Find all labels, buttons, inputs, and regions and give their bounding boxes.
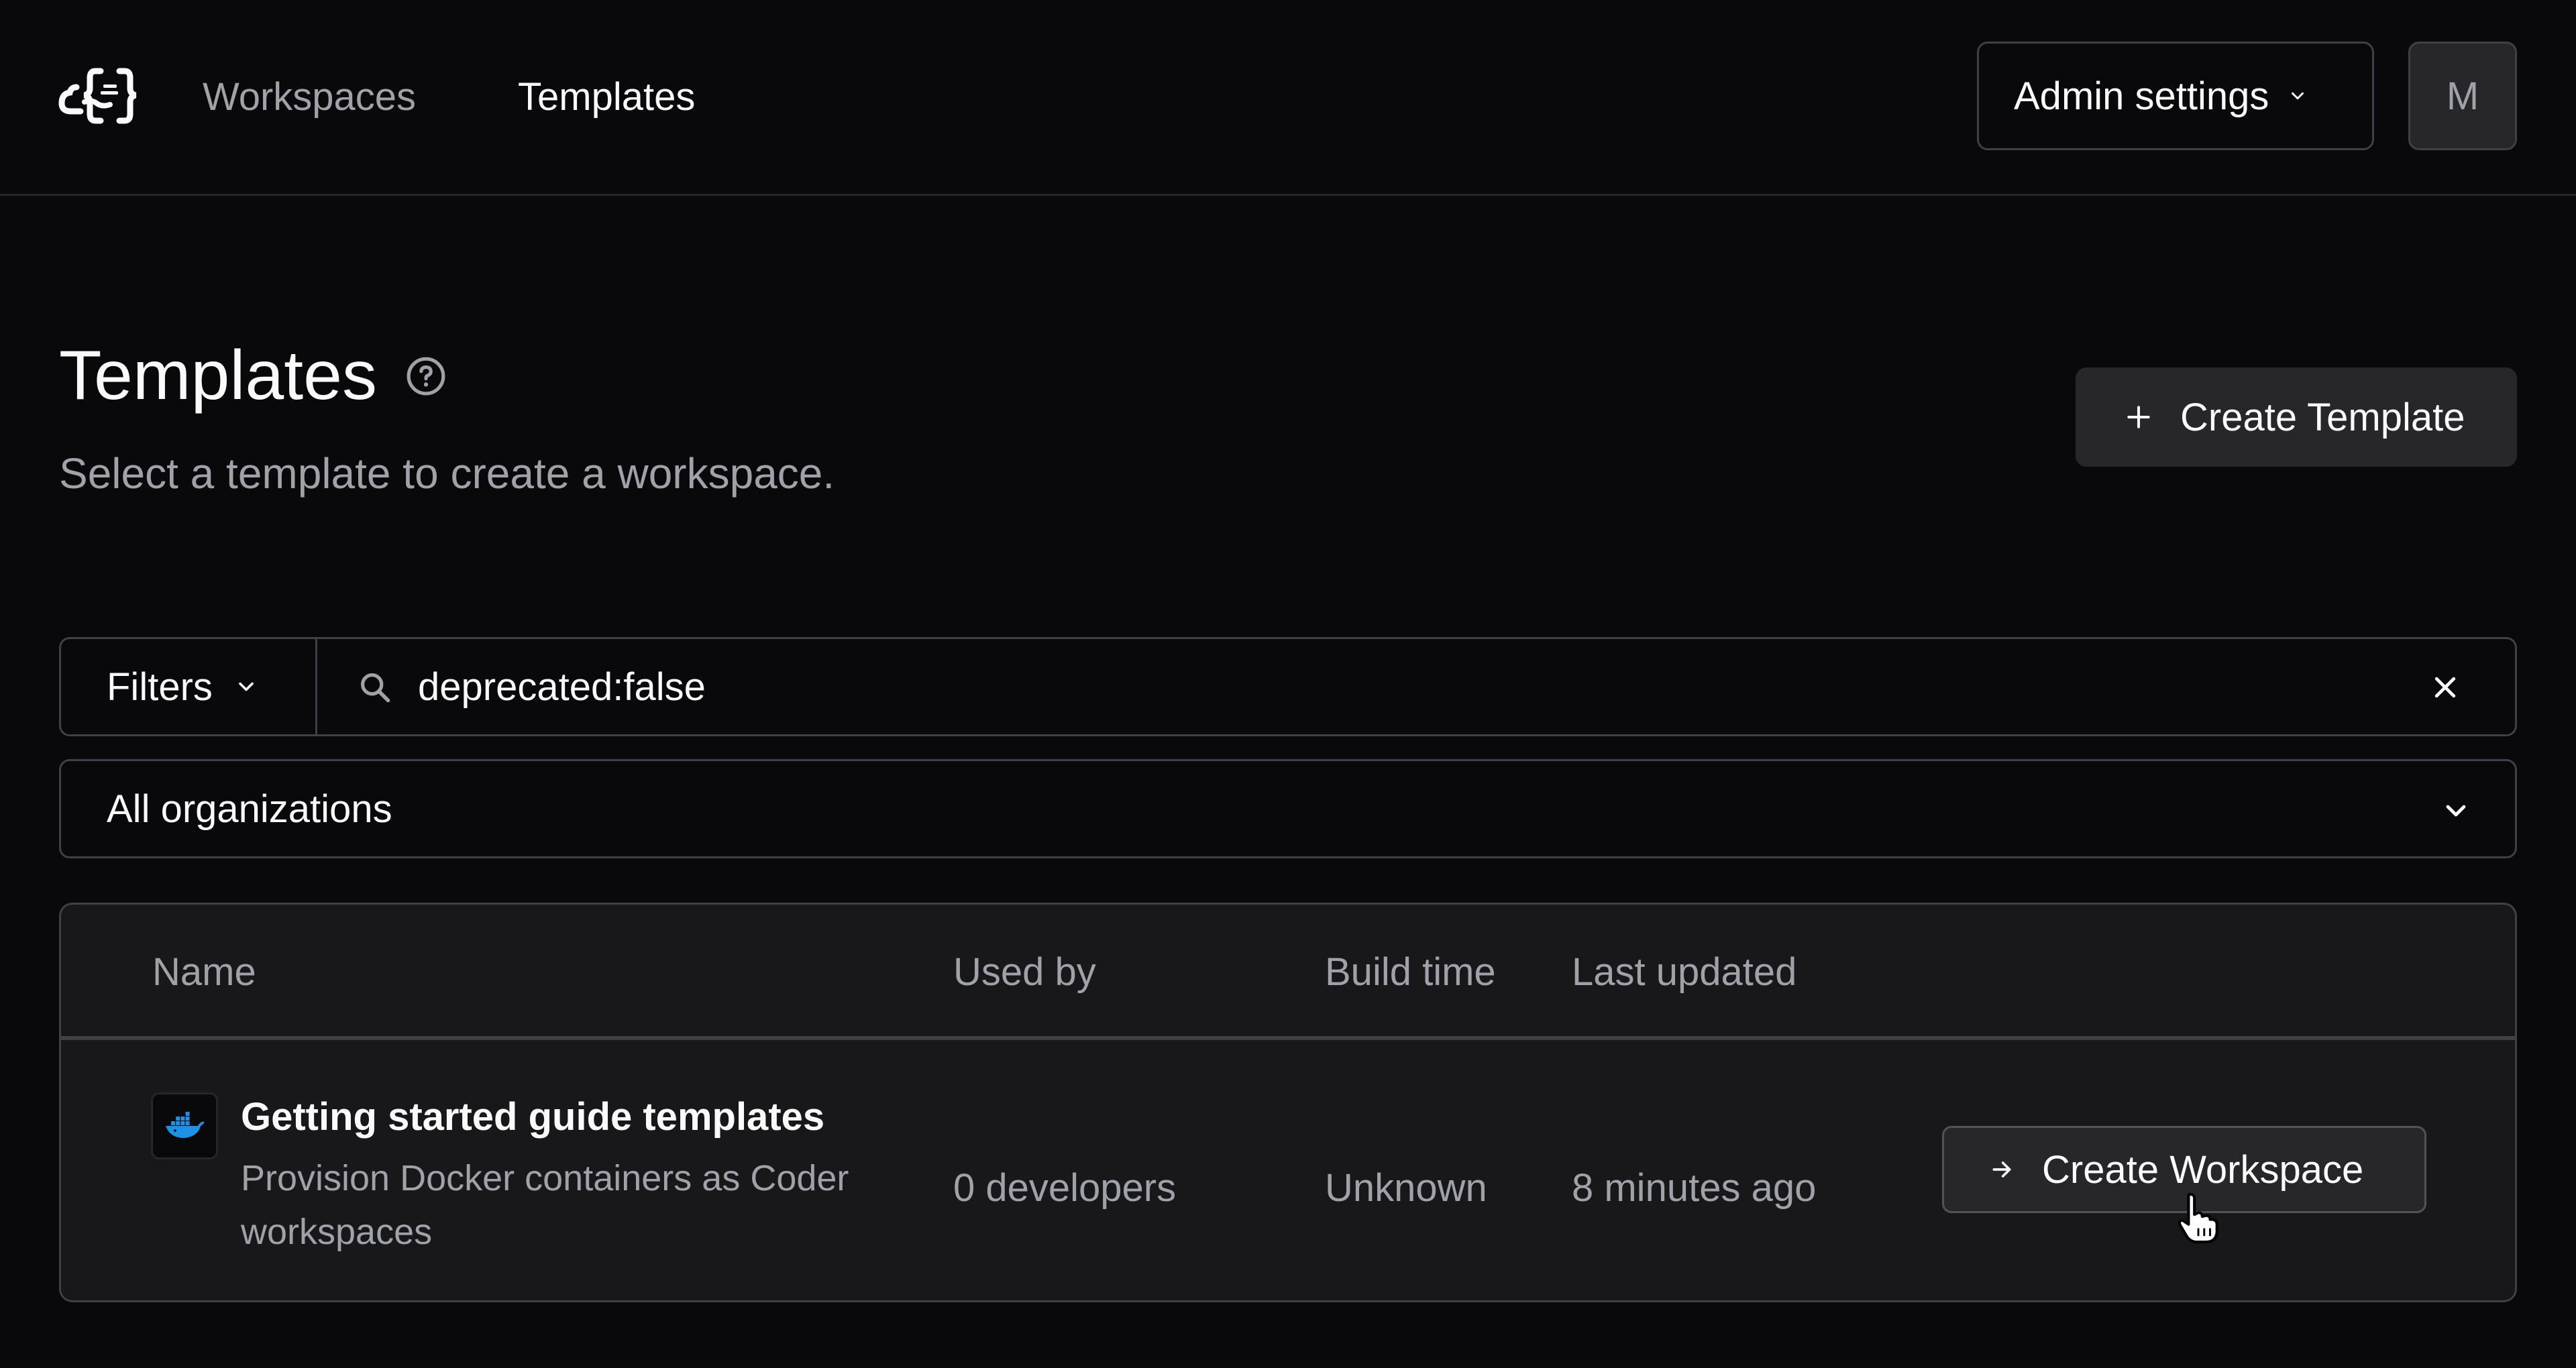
template-build-time: Unknown — [1325, 1166, 1487, 1210]
page-subtitle: Select a template to create a workspace. — [59, 449, 835, 498]
user-avatar-button[interactable]: M — [2408, 42, 2517, 150]
template-used-by: 0 developers — [953, 1166, 1177, 1210]
nav-workspaces[interactable]: Workspaces — [203, 74, 416, 121]
plus-icon — [2127, 406, 2150, 429]
close-icon[interactable] — [2430, 673, 2460, 702]
coder-logo-icon[interactable] — [58, 64, 138, 126]
search-icon — [360, 673, 390, 703]
docker-icon — [166, 1112, 205, 1138]
arrow-right-icon — [1992, 1161, 2011, 1178]
create-template-button[interactable]: Create Template — [2076, 367, 2517, 467]
chevron-down-icon — [2292, 92, 2304, 100]
column-header-build-time: Build time — [1325, 950, 1496, 994]
page-title: Templates — [59, 337, 377, 414]
nav-templates[interactable]: Templates — [518, 74, 695, 121]
admin-settings-button[interactable]: Admin settings — [1977, 42, 2374, 150]
organization-select-value: All organizations — [107, 787, 392, 831]
chevron-down-icon — [239, 682, 254, 691]
template-name[interactable]: Getting started guide templates — [241, 1094, 824, 1141]
filters-label: Filters — [107, 665, 213, 709]
column-header-used-by: Used by — [953, 950, 1096, 994]
table-row[interactable]: Getting started guide templates Provisio… — [61, 1044, 2515, 1300]
chevron-down-icon — [2446, 805, 2466, 817]
table-header: Name Used by Build time Last updated — [61, 905, 2515, 1040]
organization-select[interactable]: All organizations — [59, 759, 2517, 858]
search-input[interactable] — [418, 639, 2363, 734]
template-icon — [151, 1092, 218, 1159]
templates-table: Name Used by Build time Last updated Get… — [59, 903, 2517, 1302]
template-last-updated: 8 minutes ago — [1572, 1166, 1817, 1210]
column-header-last-updated: Last updated — [1572, 950, 1797, 994]
top-navigation-bar: Workspaces Templates Admin settings M — [0, 0, 2576, 196]
create-template-label: Create Template — [2180, 395, 2465, 439]
admin-settings-label: Admin settings — [2014, 74, 2269, 118]
filters-dropdown-button[interactable]: Filters — [61, 639, 317, 734]
filter-bar: Filters — [59, 637, 2517, 736]
avatar-initial: M — [2446, 74, 2479, 118]
template-description: Provision Docker containers as Coder wor… — [241, 1158, 849, 1252]
create-workspace-label: Create Workspace — [2042, 1147, 2364, 1192]
pointer-cursor-icon — [2178, 1193, 2218, 1244]
help-icon[interactable] — [405, 355, 447, 397]
column-header-name: Name — [152, 950, 256, 994]
search-field — [317, 639, 2515, 734]
